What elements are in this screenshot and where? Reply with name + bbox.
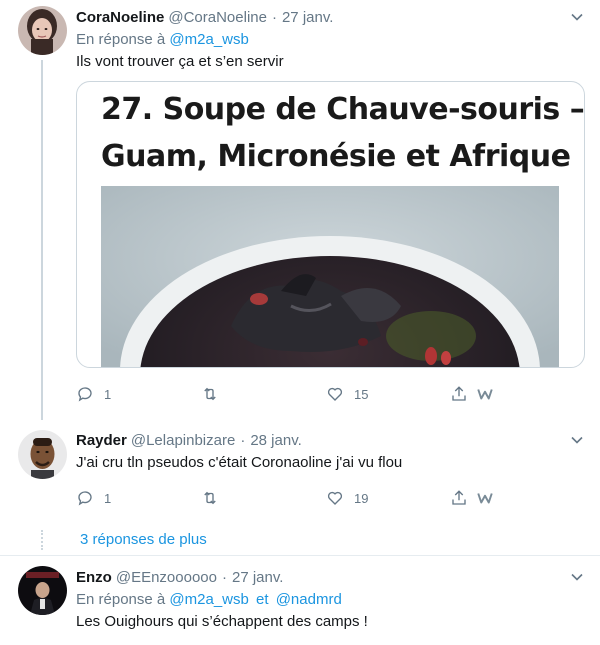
share-icon xyxy=(452,386,466,401)
chevron-down-icon[interactable] xyxy=(570,433,584,447)
w-extension-button[interactable] xyxy=(476,489,494,507)
user-handle[interactable]: @Lelapinbizare xyxy=(131,431,235,451)
reply-user-link[interactable]: @m2a_wsb xyxy=(169,31,248,48)
like-icon xyxy=(327,491,343,505)
reply-joiner: et xyxy=(256,591,269,608)
separator-dot: · xyxy=(240,432,246,449)
w-icon xyxy=(477,389,493,400)
tweet-text: J'ai cru tln pseudos c'était Coronaoline… xyxy=(76,454,403,471)
separator-dot: · xyxy=(221,569,227,586)
share-button[interactable] xyxy=(450,489,468,507)
chevron-down-icon[interactable] xyxy=(570,570,584,584)
reply-button[interactable]: 1 xyxy=(76,385,111,403)
display-name[interactable]: Rayder xyxy=(76,431,127,451)
like-count: 15 xyxy=(354,386,369,402)
tweet-header: CoraNoeline @CoraNoeline · 27 janv. xyxy=(76,8,586,28)
tweet-actions: 1 19 xyxy=(76,488,506,508)
w-extension-button[interactable] xyxy=(476,385,494,403)
like-button[interactable]: 15 xyxy=(326,385,368,403)
reply-prefix: En réponse à xyxy=(76,591,166,608)
share-button[interactable] xyxy=(450,385,468,403)
reply-context: En réponse à @m2a_wsb xyxy=(76,30,586,50)
reply-icon xyxy=(78,387,92,402)
tweet-media[interactable]: 27. Soupe de Chauve-souris – Guam, Micro… xyxy=(76,81,585,368)
retweet-icon xyxy=(204,491,216,505)
reply-user-link[interactable]: @nadmrd xyxy=(276,591,342,608)
timestamp[interactable]: 27 janv. xyxy=(232,568,283,588)
retweet-button[interactable] xyxy=(201,489,219,507)
media-title-line1: 27. Soupe de Chauve-souris – xyxy=(101,92,585,127)
display-name[interactable]: Enzo xyxy=(76,568,112,588)
reply-icon xyxy=(78,491,92,506)
show-more-replies-link[interactable]: 3 réponses de plus xyxy=(80,530,207,550)
like-button[interactable]: 19 xyxy=(326,489,368,507)
user-handle[interactable]: @CoraNoeline xyxy=(168,8,267,28)
tweet-header: Enzo @EEnzoooooo · 27 janv. xyxy=(76,568,586,588)
chevron-down-icon[interactable] xyxy=(570,10,584,24)
reply-context: En réponse à @m2a_wsb et @nadmrd xyxy=(76,590,586,610)
thread-dots xyxy=(41,530,43,550)
reply-user-link[interactable]: @m2a_wsb xyxy=(169,591,248,608)
tweet[interactable]: Rayder @Lelapinbizare · 28 janv. J'ai cr… xyxy=(0,420,600,530)
tweet[interactable]: CoraNoeline @CoraNoeline · 27 janv. En r… xyxy=(0,0,600,420)
like-icon xyxy=(327,387,343,401)
reply-count: 1 xyxy=(104,386,112,402)
timestamp[interactable]: 27 janv. xyxy=(282,8,333,28)
reply-button[interactable]: 1 xyxy=(76,489,111,507)
w-icon xyxy=(477,493,493,504)
tweet-text: Les Ouighours qui s’échappent des camps … xyxy=(76,613,368,630)
avatar[interactable] xyxy=(18,6,67,55)
media-photo xyxy=(101,186,559,367)
retweet-icon xyxy=(204,387,216,401)
reply-prefix: En réponse à xyxy=(76,31,166,48)
user-handle[interactable]: @EEnzoooooo xyxy=(116,568,217,588)
tweet-header: Rayder @Lelapinbizare · 28 janv. xyxy=(76,431,586,451)
avatar[interactable] xyxy=(18,566,67,615)
reply-count: 1 xyxy=(104,490,112,506)
like-count: 19 xyxy=(354,490,369,506)
avatar[interactable] xyxy=(18,430,67,479)
retweet-button[interactable] xyxy=(201,385,219,403)
tweet-text: Ils vont trouver ça et s’en servir xyxy=(76,53,284,70)
tweet[interactable]: Enzo @EEnzoooooo · 27 janv. En réponse à… xyxy=(0,556,600,645)
display-name[interactable]: CoraNoeline xyxy=(76,8,164,28)
share-icon xyxy=(452,490,466,505)
tweet-actions: 1 15 xyxy=(76,384,506,404)
separator-dot: · xyxy=(271,9,277,26)
media-title-line2: Guam, Micronésie et Afrique xyxy=(101,139,571,174)
timestamp[interactable]: 28 janv. xyxy=(250,431,301,451)
